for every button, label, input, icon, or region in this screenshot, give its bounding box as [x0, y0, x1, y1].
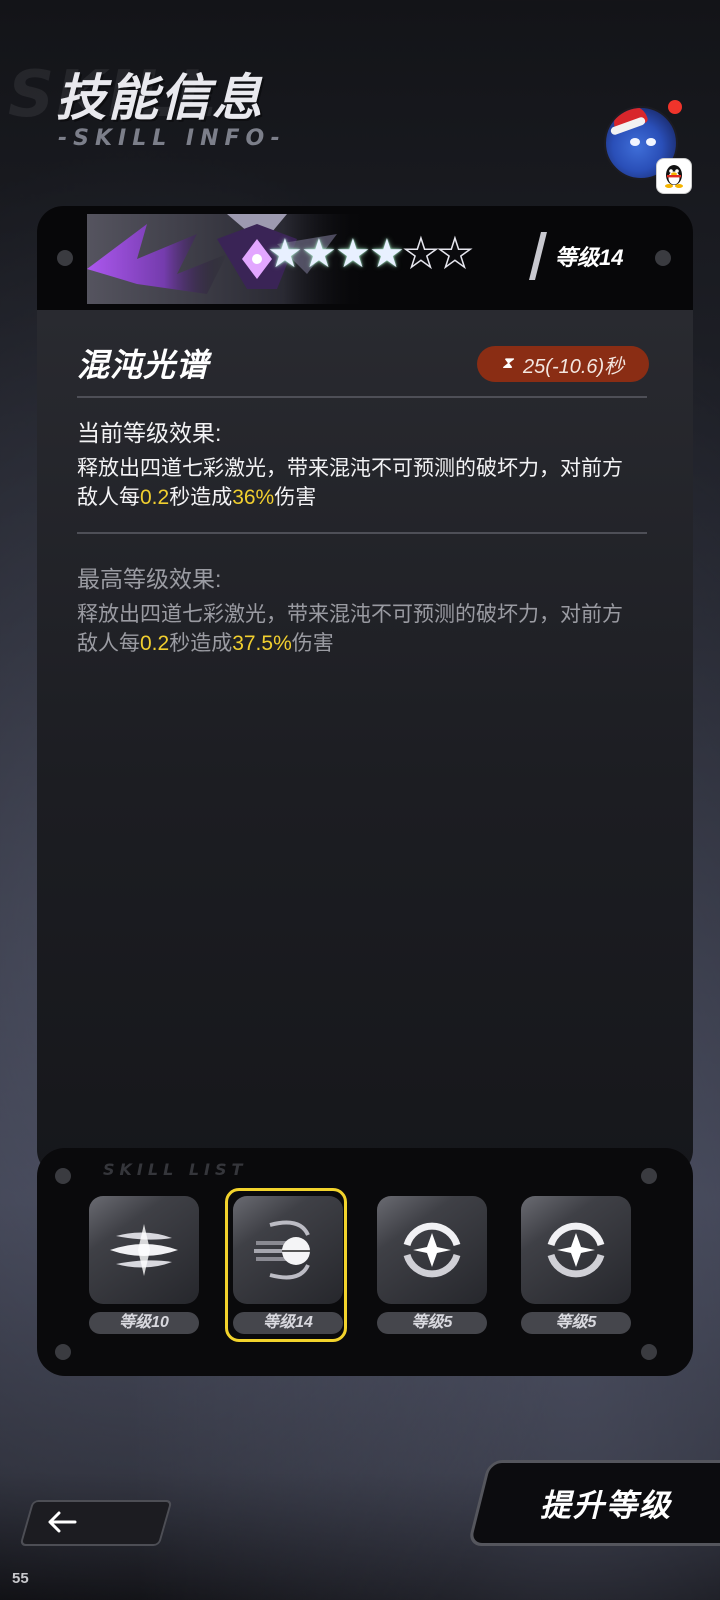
max-effect-title: 最高等级效果:: [77, 566, 222, 592]
interval-value: 0.2: [140, 486, 170, 509]
skill-slot-1[interactable]: 等级10: [81, 1192, 199, 1342]
skill-list-label: SKILL LIST: [103, 1160, 248, 1179]
skill-level-label: 等级14: [555, 245, 624, 270]
skill-slot-3[interactable]: 等级5: [369, 1192, 487, 1342]
slot-level-label: 等级10: [89, 1312, 199, 1334]
hourglass-icon: ⧗: [501, 355, 514, 372]
page-subtitle: -SKILL INFO-: [58, 126, 286, 151]
max-effect-description: 释放出四道七彩激光，带来混沌不可预测的破坏力，对前方敌人每0.2秒造成37.5%…: [77, 603, 623, 655]
crosshair-star-icon: [403, 1222, 461, 1278]
star-filled-icon: ★: [301, 232, 337, 276]
page-title: 技能信息: [56, 70, 264, 126]
skill-name: 混沌光谱: [77, 347, 210, 383]
star-filled-icon: ★: [267, 232, 303, 276]
star-empty-icon: ★: [402, 232, 439, 276]
back-arrow-icon[interactable]: [42, 1500, 82, 1544]
current-effect-title: 当前等级效果:: [77, 420, 222, 446]
current-effect-description: 释放出四道七彩激光，带来混沌不可预测的破坏力，对前方敌人每0.2秒造成36%伤害: [77, 457, 623, 509]
star-filled-icon: ★: [335, 232, 371, 276]
skill-list-panel: SKILL LIST 等级10 等级14 等级5 等级5: [37, 1148, 693, 1376]
damage-value: 36%: [232, 486, 275, 509]
star-empty-icon: ★: [436, 232, 473, 276]
star-rating: ★ ★ ★ ★ ★ ★: [267, 232, 474, 276]
skill-banner: ★ ★ ★ ★ ★ ★ 等级14: [37, 206, 693, 310]
cooldown-badge: ⧗ 25(-10.6)秒: [477, 346, 649, 382]
damage-value: 37.5%: [232, 632, 292, 655]
spectrum-orb-icon: [254, 1220, 310, 1280]
skill-slot-2[interactable]: 等级14: [225, 1188, 347, 1342]
divider: [77, 396, 647, 398]
star-filled-icon: ★: [369, 232, 405, 276]
slot-level-label: 等级5: [521, 1312, 631, 1334]
qq-penguin-icon: [656, 158, 692, 194]
slot-level-label: 等级5: [377, 1312, 487, 1334]
fps-counter: 55: [12, 1570, 29, 1587]
upgrade-button-label[interactable]: 提升等级: [540, 1480, 672, 1525]
skill-info-panel: ★ ★ ★ ★ ★ ★ 等级14 混沌光谱 ⧗ 25(-10.6)秒 当前等级效…: [37, 206, 693, 1176]
interval-value: 0.2: [140, 632, 170, 655]
divider: [77, 532, 647, 534]
triple-blade-icon: [110, 1224, 178, 1276]
skill-slot-4[interactable]: 等级5: [513, 1192, 631, 1342]
crosshair-star-icon: [547, 1222, 605, 1278]
notification-dot: [668, 100, 682, 114]
slot-level-label: 等级14: [233, 1312, 343, 1334]
cooldown-text: 25(-10.6)秒: [523, 355, 625, 378]
